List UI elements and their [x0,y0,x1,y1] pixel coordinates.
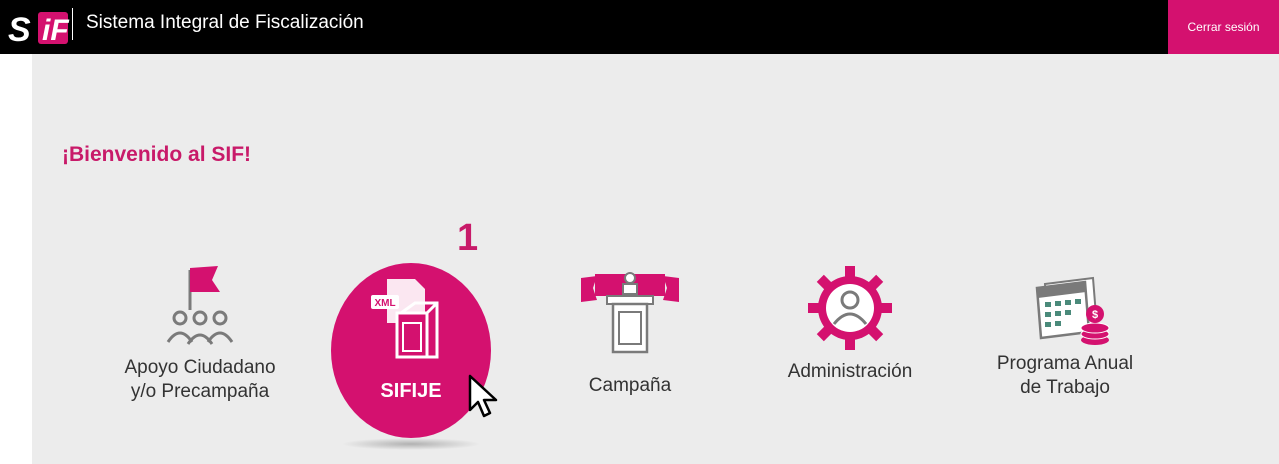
module-label-line: y/o Precampaña [130,381,270,402]
svg-text:S: S [8,11,31,48]
flag-people-icon [166,266,234,345]
module-label: Programa Anual de Trabajo [990,352,1140,400]
left-margin [0,0,32,464]
app-title: Sistema Integral de Fiscalización [86,12,364,33]
top-bar: S iF Sistema Integral de Fiscalización C… [0,0,1279,54]
module-programa-anual[interactable]: $ Programa Anual de Trabajo [990,270,1140,400]
xml-ballot-box-icon: XML [371,279,439,359]
module-label-line: Apoyo Ciudadano [124,357,276,378]
module-label: Apoyo Ciudadano y/o Precampaña [100,356,300,404]
sifije-shadow [341,438,481,450]
module-apoyo-ciudadano[interactable]: Apoyo Ciudadano y/o Precampaña [100,262,300,404]
svg-text:$: $ [1092,309,1098,321]
module-label-line: de Trabajo [1020,377,1110,398]
podium-banner-icon [581,272,679,354]
module-campana[interactable]: Campaña [570,270,690,398]
xml-badge: XML [374,298,395,309]
logout-button[interactable]: Cerrar sesión [1168,0,1279,54]
calendar-coins-icon: $ [1035,276,1110,345]
welcome-heading: ¡Bienvenido al SIF! [62,143,252,166]
user-gear-icon [808,266,892,350]
sif-logo: S iF [8,11,69,48]
mouse-pointer-icon [468,374,498,418]
module-label: Administración [787,361,913,382]
header-divider [72,8,73,40]
step-marker: 1 [457,217,479,259]
module-label-line: Programa Anual [996,353,1134,374]
svg-text:iF: iF [42,14,69,47]
module-administracion[interactable]: Administración [780,266,920,384]
module-label: Campaña [588,375,672,396]
